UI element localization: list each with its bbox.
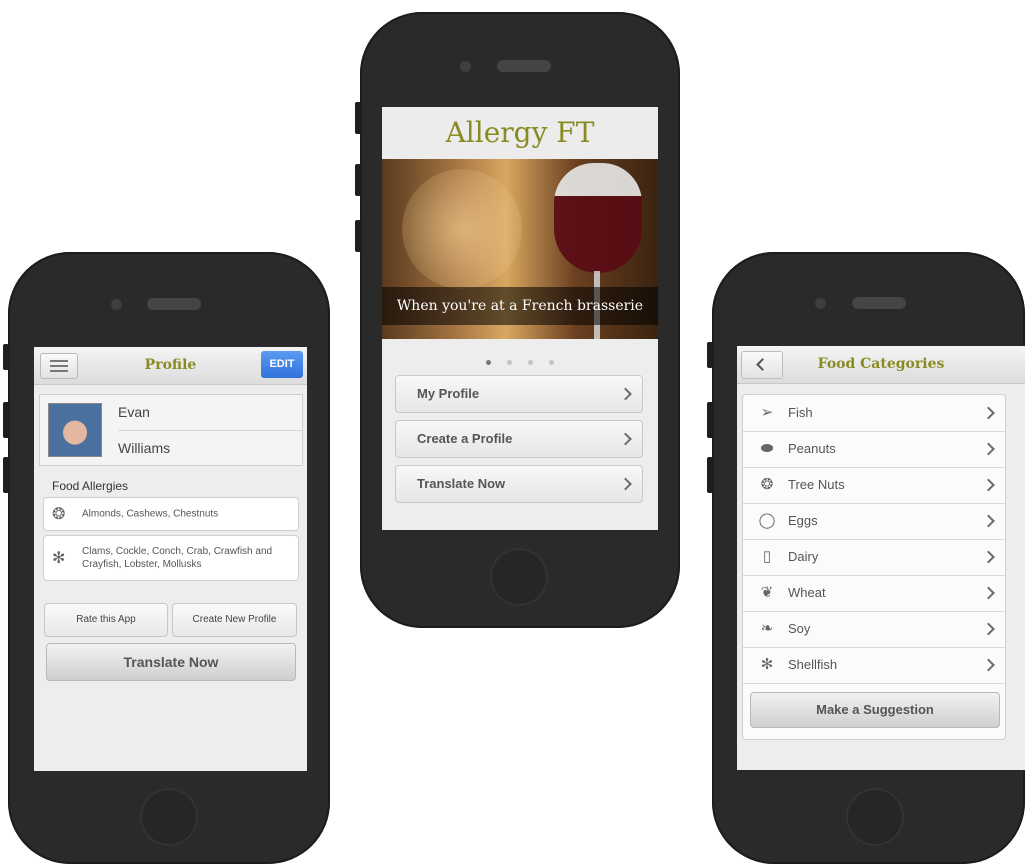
chevron-right-icon bbox=[982, 586, 995, 600]
avatar bbox=[48, 403, 102, 457]
chevron-right-icon bbox=[982, 514, 995, 528]
menu-item-label: Translate Now bbox=[417, 476, 506, 491]
middle-phone: Allergy FT When you're at a French brass… bbox=[355, 12, 680, 628]
allergy-text: Clams, Cockle, Conch, Crab, Crawfish and… bbox=[82, 546, 273, 570]
profile-screen: Profile EDIT Evan Williams Food Allergie… bbox=[34, 347, 307, 771]
category-item-tree-nuts[interactable]: ❂ Tree Nuts bbox=[743, 467, 1005, 504]
phone-side-button bbox=[355, 164, 361, 196]
nut-icon: ❂ bbox=[52, 506, 66, 523]
edit-button[interactable]: EDIT bbox=[261, 351, 303, 378]
home-screen: Allergy FT When you're at a French brass… bbox=[382, 107, 658, 530]
crab-icon: ✻ bbox=[760, 656, 774, 673]
carousel-dot[interactable] bbox=[507, 360, 512, 365]
hero-image[interactable]: When you're at a French brasserie bbox=[382, 159, 658, 339]
navbar: Profile EDIT bbox=[34, 347, 307, 385]
phone-camera bbox=[815, 298, 826, 309]
categories-screen: Food Categories ➢ Fish ⬬ Peanuts ❂ Tree … bbox=[737, 346, 1025, 770]
category-list: ➢ Fish ⬬ Peanuts ❂ Tree Nuts ◯ Eggs ▯ Da… bbox=[742, 394, 1006, 740]
translate-now-button[interactable]: Translate Now bbox=[395, 465, 643, 503]
category-label: Fish bbox=[788, 405, 813, 420]
translate-now-button[interactable]: Translate Now bbox=[46, 643, 296, 681]
phone-side-button bbox=[355, 102, 361, 134]
category-label: Soy bbox=[788, 621, 811, 636]
menu-item-label: Create a Profile bbox=[417, 431, 513, 446]
chevron-right-icon bbox=[982, 622, 995, 636]
phone-speaker bbox=[852, 297, 906, 309]
navbar: Food Categories bbox=[737, 346, 1025, 384]
chevron-right-icon bbox=[982, 550, 995, 564]
last-name: Williams bbox=[118, 430, 302, 465]
crab-icon: ✻ bbox=[52, 550, 66, 567]
hero-caption: When you're at a French brasserie bbox=[396, 298, 644, 314]
carousel-dots[interactable] bbox=[382, 352, 658, 370]
phone-side-button bbox=[355, 220, 361, 252]
category-label: Wheat bbox=[788, 585, 826, 600]
category-item-fish[interactable]: ➢ Fish bbox=[743, 395, 1005, 432]
section-label: Food Allergies bbox=[52, 479, 129, 493]
profile-card: Evan Williams bbox=[39, 394, 303, 466]
category-item-eggs[interactable]: ◯ Eggs bbox=[743, 503, 1005, 540]
soy-icon: ❧ bbox=[760, 620, 774, 637]
allergy-text: Almonds, Cashews, Chestnuts bbox=[82, 508, 219, 520]
chevron-right-icon bbox=[982, 406, 995, 420]
create-new-profile-button[interactable]: Create New Profile bbox=[172, 603, 297, 637]
phone-camera bbox=[111, 299, 122, 310]
category-item-peanuts[interactable]: ⬬ Peanuts bbox=[743, 431, 1005, 468]
home-button[interactable] bbox=[140, 788, 198, 846]
rate-app-button[interactable]: Rate this App bbox=[44, 603, 168, 637]
chevron-right-icon bbox=[619, 477, 632, 491]
phone-side-button bbox=[3, 344, 9, 370]
phone-side-button bbox=[3, 402, 9, 438]
chevron-right-icon bbox=[619, 432, 632, 446]
carousel-dot[interactable] bbox=[549, 360, 554, 365]
category-label: Tree Nuts bbox=[788, 477, 845, 492]
create-profile-button[interactable]: Create a Profile bbox=[395, 420, 643, 458]
phone-speaker bbox=[497, 60, 551, 72]
phone-speaker bbox=[147, 298, 201, 310]
app-title: Allergy FT bbox=[382, 107, 658, 159]
phone-camera bbox=[460, 61, 471, 72]
chevron-right-icon bbox=[982, 442, 995, 456]
fish-icon: ➢ bbox=[760, 404, 774, 421]
phone-side-button bbox=[3, 457, 9, 493]
chevron-right-icon bbox=[982, 658, 995, 672]
home-button[interactable] bbox=[846, 788, 904, 846]
page-title: Food Categories bbox=[817, 356, 945, 372]
category-label: Peanuts bbox=[788, 441, 836, 456]
category-label: Eggs bbox=[788, 513, 818, 528]
phone-side-button bbox=[707, 402, 713, 438]
egg-icon: ◯ bbox=[758, 512, 776, 529]
allergy-item[interactable]: ❂ Almonds, Cashews, Chestnuts bbox=[43, 497, 299, 531]
home-button[interactable] bbox=[490, 548, 548, 606]
make-suggestion-button[interactable]: Make a Suggestion bbox=[750, 692, 1000, 728]
peanut-icon: ⬬ bbox=[760, 440, 774, 457]
wine-glass-image bbox=[554, 163, 642, 273]
phone-side-button bbox=[707, 342, 713, 368]
milk-icon: ▯ bbox=[762, 548, 772, 565]
category-label: Shellfish bbox=[788, 657, 838, 672]
carousel-dot[interactable] bbox=[528, 360, 533, 365]
my-profile-button[interactable]: My Profile bbox=[395, 375, 643, 413]
allergy-item[interactable]: ✻ Clams, Cockle, Conch, Crab, Crawfish a… bbox=[43, 535, 299, 581]
wheat-icon: ❦ bbox=[760, 584, 774, 601]
menu-item-label: My Profile bbox=[417, 386, 480, 401]
right-phone: Food Categories ➢ Fish ⬬ Peanuts ❂ Tree … bbox=[707, 252, 1025, 864]
category-item-wheat[interactable]: ❦ Wheat bbox=[743, 575, 1005, 612]
chevron-right-icon bbox=[982, 478, 995, 492]
tree-nut-icon: ❂ bbox=[760, 476, 774, 493]
left-phone: Profile EDIT Evan Williams Food Allergie… bbox=[3, 252, 330, 864]
carousel-dot[interactable] bbox=[486, 360, 491, 365]
first-name: Evan bbox=[118, 404, 150, 420]
phone-side-button bbox=[707, 457, 713, 493]
category-label: Dairy bbox=[788, 549, 819, 564]
chevron-right-icon bbox=[619, 387, 632, 401]
category-item-shellfish[interactable]: ✻ Shellfish bbox=[743, 647, 1005, 684]
category-item-soy[interactable]: ❧ Soy bbox=[743, 611, 1005, 648]
hero-light bbox=[402, 169, 522, 289]
category-item-dairy[interactable]: ▯ Dairy bbox=[743, 539, 1005, 576]
